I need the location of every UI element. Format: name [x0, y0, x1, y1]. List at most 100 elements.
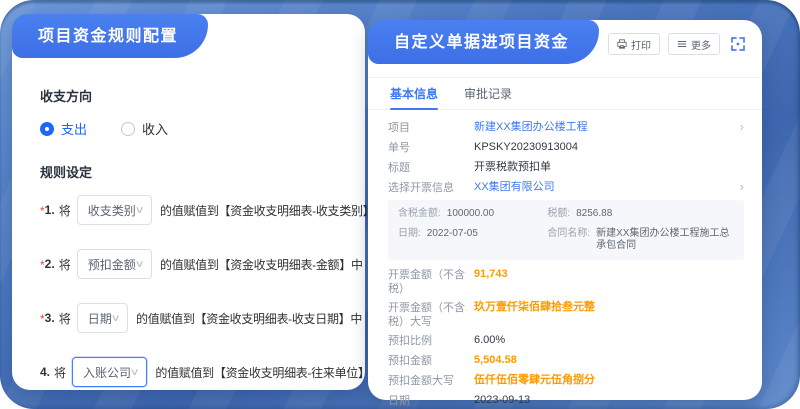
- direction-radio-group: 支出 收入: [40, 119, 349, 138]
- field-label: 开票金额（不含税）大写: [388, 300, 474, 329]
- field-row-withhold-amount-caps: 预扣金额大写 伍仟伍佰零肆元伍角捌分: [388, 373, 744, 389]
- contract-name: 合同名称: 新建XX集团办公楼工程施工总承包合同: [547, 228, 734, 252]
- rule-row-4: 4. 将 入账公司 ∨ 的值赋值到【资金收支明细表-往来单位】中: [40, 357, 349, 387]
- rule-3-field-select[interactable]: 日期 ∨: [77, 303, 128, 333]
- chevron-down-icon: ∨: [130, 367, 140, 378]
- field-label: 标题: [388, 160, 474, 175]
- print-button-label: 打印: [631, 37, 651, 52]
- field-value-highlight: 玖万壹仟柒佰肆拾叁元整: [474, 300, 744, 314]
- contract-date: 日期: 2022-07-05: [398, 228, 547, 252]
- panel-fund-rule-config: 项目资金规则配置 收支方向 支出 收入 规则设定 * 1. 将: [12, 14, 365, 390]
- rule-row-2: * 2. 将 预扣金额 ∨ 的值赋值到【资金收支明细表-金额】中: [40, 249, 349, 279]
- box-value: 8256.88: [576, 208, 612, 220]
- field-label: 日期: [388, 393, 474, 408]
- chevron-right-icon[interactable]: ›: [740, 180, 744, 194]
- printer-icon: [617, 39, 627, 49]
- field-value: KPSKY20230913004: [474, 140, 744, 154]
- field-label: 项目: [388, 120, 474, 135]
- field-value: 6.00%: [474, 333, 744, 347]
- chevron-down-icon: ∨: [110, 313, 120, 324]
- tab-approval-record[interactable]: 审批记录: [464, 78, 512, 110]
- contract-info-box: 含税金额: 100000.00 税额: 8256.88 日期: 2022-07-…: [388, 200, 744, 260]
- box-value: 100000.00: [447, 208, 494, 220]
- rule-number: 2.: [45, 257, 55, 271]
- radio-selected-icon: [40, 122, 54, 136]
- rule-number: 1.: [45, 203, 55, 217]
- field-row-withhold-ratio: 预扣比例 6.00%: [388, 333, 744, 349]
- tab-basic-info[interactable]: 基本信息: [390, 78, 438, 110]
- print-button[interactable]: 打印: [608, 33, 660, 55]
- field-row-amount-ex-tax-caps: 开票金额（不含税）大写 玖万壹仟柒佰肆拾叁元整: [388, 300, 744, 329]
- radio-income[interactable]: 收入: [121, 119, 168, 138]
- rule-number: 4.: [40, 365, 50, 379]
- field-label: 开票金额（不含税）: [388, 267, 474, 296]
- rule-row-1: * 1. 将 收支类别 ∨ 的值赋值到【资金收支明细表-收支类别】中: [40, 195, 349, 225]
- field-label: 预扣金额大写: [388, 373, 474, 388]
- field-label: 选择开票信息: [388, 180, 474, 195]
- chevron-down-icon: ∨: [134, 205, 144, 216]
- screenshot-canvas: 项目资金规则配置 收支方向 支出 收入 规则设定 * 1. 将: [0, 0, 800, 409]
- contract-tax-incl: 含税金额: 100000.00: [398, 208, 547, 220]
- rule-suffix: 的值赋值到【资金收支明细表-金额】中: [160, 256, 363, 273]
- radio-expense[interactable]: 支出: [40, 119, 87, 138]
- field-value-highlight: 5,504.58: [474, 353, 744, 367]
- more-button[interactable]: 更多: [668, 33, 720, 55]
- toolbar: 打印 更多: [608, 33, 748, 55]
- invoice-company-link[interactable]: XX集团有限公司: [474, 180, 744, 194]
- radio-income-label: 收入: [142, 119, 168, 138]
- left-panel-title: 项目资金规则配置: [12, 14, 208, 58]
- right-panel-header: 自定义单据进项目资金 打印 更多: [368, 20, 762, 78]
- detail-form: 项目 新建XX集团办公楼工程 › 单号 KPSKY20230913004 标题 …: [368, 110, 762, 409]
- rule-prefix: 将: [59, 310, 71, 327]
- rule-2-field-select[interactable]: 预扣金额 ∨: [77, 249, 152, 279]
- field-row-invoice-info: 选择开票信息 XX集团有限公司 ›: [388, 180, 744, 196]
- select-value: 收支类别: [88, 202, 136, 219]
- field-value-highlight: 91,743: [474, 267, 744, 281]
- contract-tax: 税额: 8256.88: [547, 208, 734, 220]
- select-value: 预扣金额: [88, 256, 136, 273]
- box-value: 2022-07-05: [427, 228, 478, 252]
- fullscreen-button[interactable]: [728, 34, 748, 54]
- direction-section-label: 收支方向: [40, 86, 349, 105]
- field-label: 预扣金额: [388, 353, 474, 368]
- select-value: 入账公司: [83, 364, 131, 381]
- field-row-project: 项目 新建XX集团办公楼工程 ›: [388, 120, 744, 136]
- chevron-down-icon: ∨: [134, 259, 144, 270]
- rule-4-field-select[interactable]: 入账公司 ∨: [72, 357, 147, 387]
- field-row-doc-no: 单号 KPSKY20230913004: [388, 140, 744, 156]
- select-value: 日期: [88, 310, 112, 327]
- field-value: 开票税款预扣单: [474, 160, 744, 174]
- rules-section-label: 规则设定: [40, 162, 349, 181]
- right-panel-title: 自定义单据进项目资金: [368, 20, 599, 64]
- box-label: 含税金额:: [398, 208, 441, 220]
- more-button-label: 更多: [691, 37, 711, 52]
- menu-icon: [677, 39, 687, 49]
- field-row-title: 标题 开票税款预扣单: [388, 160, 744, 176]
- panel-custom-document: 自定义单据进项目资金 打印 更多 基本信息 审批记录 项目: [368, 20, 762, 400]
- field-row-amount-ex-tax: 开票金额（不含税） 91,743: [388, 267, 744, 296]
- box-label: 合同名称:: [547, 228, 590, 252]
- rule-1-field-select[interactable]: 收支类别 ∨: [77, 195, 152, 225]
- tab-bar: 基本信息 审批记录: [368, 78, 762, 110]
- rule-suffix: 的值赋值到【资金收支明细表-收支类别】中: [160, 202, 386, 219]
- rule-prefix: 将: [59, 256, 71, 273]
- project-link[interactable]: 新建XX集团办公楼工程: [474, 120, 744, 134]
- field-label: 单号: [388, 140, 474, 155]
- fullscreen-icon: [730, 36, 746, 52]
- field-value: 2023-09-13: [474, 393, 744, 407]
- field-row-date: 日期 2023-09-13: [388, 393, 744, 409]
- field-row-withhold-amount: 预扣金额 5,504.58: [388, 353, 744, 369]
- rule-number: 3.: [45, 311, 55, 325]
- radio-unselected-icon: [121, 122, 135, 136]
- radio-expense-label: 支出: [61, 119, 87, 138]
- rule-suffix: 的值赋值到【资金收支明细表-收支日期】中: [136, 310, 362, 327]
- rule-suffix: 的值赋值到【资金收支明细表-往来单位】中: [155, 364, 381, 381]
- rule-prefix: 将: [54, 364, 66, 381]
- rule-row-3: * 3. 将 日期 ∨ 的值赋值到【资金收支明细表-收支日期】中: [40, 303, 349, 333]
- rules-list: * 1. 将 收支类别 ∨ 的值赋值到【资金收支明细表-收支类别】中 * 2. …: [40, 195, 349, 387]
- box-value: 新建XX集团办公楼工程施工总承包合同: [596, 228, 734, 252]
- rule-prefix: 将: [59, 202, 71, 219]
- chevron-right-icon[interactable]: ›: [740, 120, 744, 134]
- box-label: 税额:: [547, 208, 570, 220]
- field-label: 预扣比例: [388, 333, 474, 348]
